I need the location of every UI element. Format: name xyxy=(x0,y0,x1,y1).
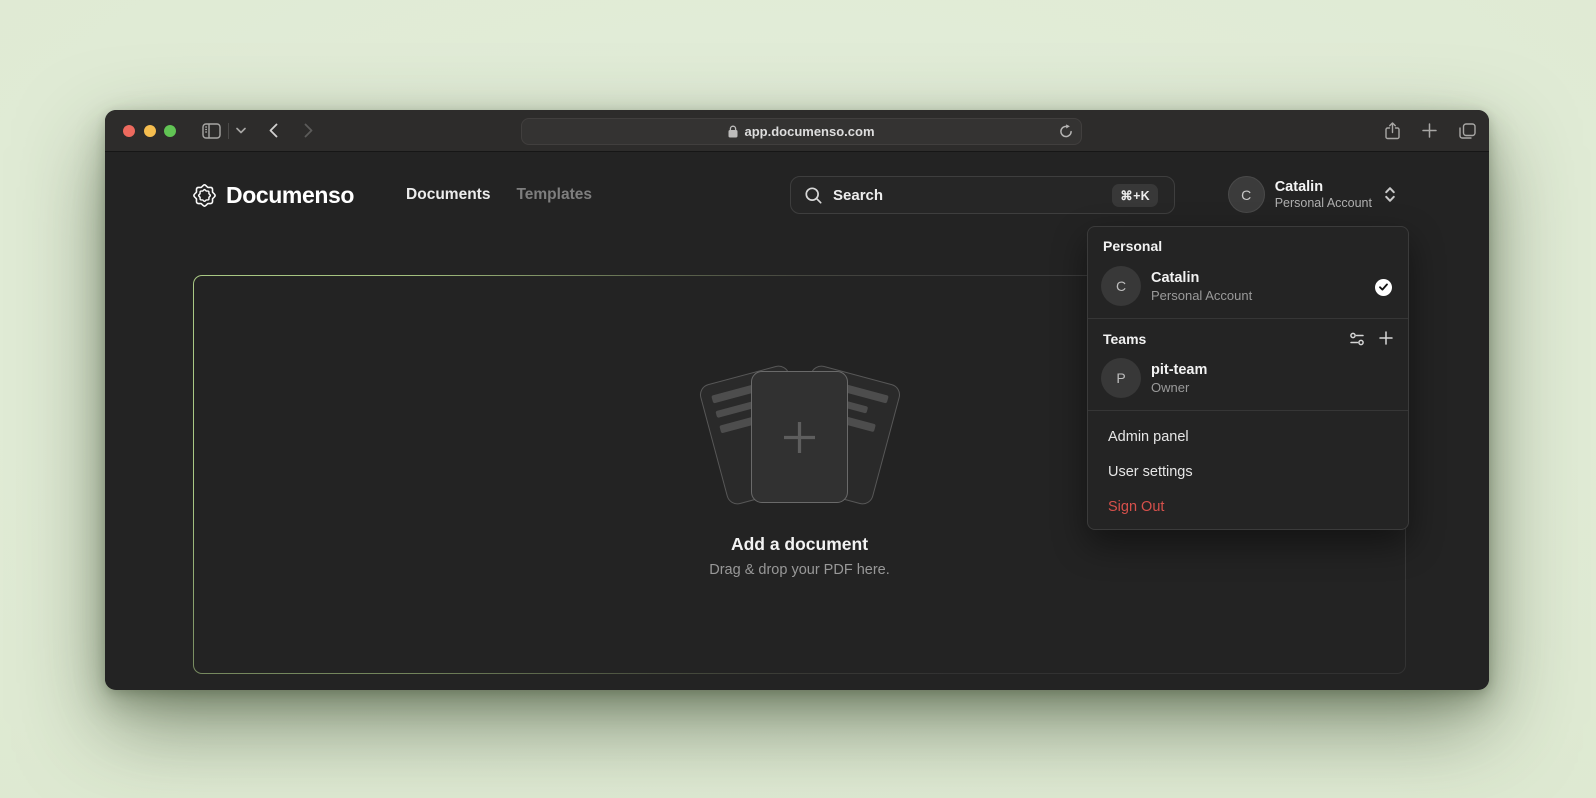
documenso-brand[interactable]: Documenso xyxy=(191,182,354,209)
account-text: Catalin Personal Account xyxy=(1275,179,1372,211)
menu-link-user-settings[interactable]: User settings xyxy=(1088,454,1408,489)
share-icon[interactable] xyxy=(1385,122,1400,140)
forward-button[interactable] xyxy=(304,123,313,138)
selected-check-icon xyxy=(1375,279,1392,296)
minimize-window-button[interactable] xyxy=(144,125,156,137)
account-menu-trigger[interactable]: C Catalin Personal Account xyxy=(1228,176,1396,213)
teams-header-icons xyxy=(1349,331,1393,347)
manage-teams-icon[interactable] xyxy=(1349,331,1365,347)
browser-titlebar: app.documenso.com xyxy=(105,110,1489,152)
toolbar-right-group xyxy=(1385,122,1476,140)
plus-icon xyxy=(783,421,816,454)
menu-team-name: pit-team xyxy=(1151,361,1207,379)
search-icon xyxy=(805,187,822,204)
back-button[interactable] xyxy=(269,123,278,138)
traffic-lights xyxy=(123,125,176,137)
tabs-overview-icon[interactable] xyxy=(1459,123,1476,139)
nav-documents[interactable]: Documents xyxy=(406,186,490,204)
menu-personal-name: Catalin xyxy=(1151,269,1252,287)
menu-link-sign-out[interactable]: Sign Out xyxy=(1088,489,1408,524)
account-subtitle: Personal Account xyxy=(1275,196,1372,211)
account-dropdown-menu: Personal C Catalin Personal Account Team… xyxy=(1087,226,1409,530)
menu-item-text: pit-team Owner xyxy=(1151,361,1207,396)
avatar: C xyxy=(1228,176,1265,213)
chevrons-up-down-icon xyxy=(1384,186,1396,203)
maximize-window-button[interactable] xyxy=(164,125,176,137)
menu-team-role: Owner xyxy=(1151,379,1207,396)
menu-item-personal-account[interactable]: C Catalin Personal Account xyxy=(1088,261,1408,318)
nav-templates[interactable]: Templates xyxy=(516,186,592,204)
main-nav: Documents Templates xyxy=(406,186,592,204)
toolbar-nav-group xyxy=(269,123,313,138)
address-bar[interactable]: app.documenso.com xyxy=(521,118,1082,145)
brand-wordmark: Documenso xyxy=(226,182,354,209)
teams-header: Teams xyxy=(1088,319,1408,353)
menu-avatar-personal: C xyxy=(1101,266,1141,306)
search-shortcut-badge: ⌘+K xyxy=(1112,184,1158,207)
card-center xyxy=(751,371,848,503)
documenso-logo-icon xyxy=(191,182,218,209)
app-page: Documenso Documents Templates Search ⌘+K… xyxy=(105,152,1489,689)
new-tab-icon[interactable] xyxy=(1422,123,1437,138)
url-text: app.documenso.com xyxy=(744,124,874,139)
dropzone-title: Add a document xyxy=(194,534,1405,555)
account-name: Catalin xyxy=(1275,179,1372,196)
browser-window: app.documenso.com Documenso Documents Te… xyxy=(105,110,1489,690)
menu-avatar-team: P xyxy=(1101,358,1141,398)
toolbar-sidebar-group xyxy=(202,123,246,139)
chevron-down-icon[interactable] xyxy=(236,127,246,134)
menu-personal-label: Personal xyxy=(1088,227,1408,261)
menu-personal-subtitle: Personal Account xyxy=(1151,287,1252,304)
toolbar-separator xyxy=(228,123,229,139)
search-input[interactable]: Search ⌘+K xyxy=(790,176,1175,214)
menu-link-admin-panel[interactable]: Admin panel xyxy=(1088,419,1408,454)
sidebar-toggle-icon[interactable] xyxy=(202,123,221,139)
menu-links-section: Admin panel User settings Sign Out xyxy=(1088,411,1408,530)
menu-item-team[interactable]: P pit-team Owner xyxy=(1088,353,1408,410)
search-placeholder: Search xyxy=(833,187,883,204)
lock-icon xyxy=(728,125,738,138)
add-team-icon[interactable] xyxy=(1379,331,1393,347)
menu-teams-label: Teams xyxy=(1103,331,1349,347)
dropzone-subtitle: Drag & drop your PDF here. xyxy=(194,562,1405,578)
reload-icon[interactable] xyxy=(1059,124,1073,139)
close-window-button[interactable] xyxy=(123,125,135,137)
menu-item-text: Catalin Personal Account xyxy=(1151,269,1252,304)
